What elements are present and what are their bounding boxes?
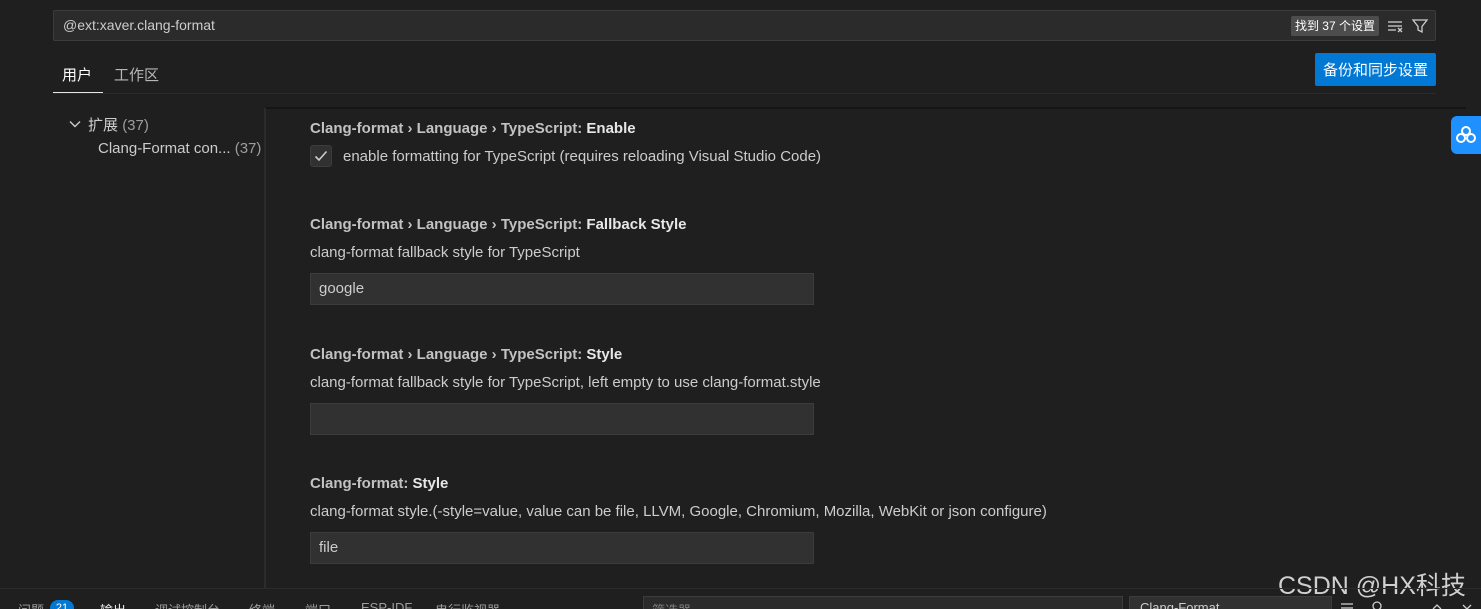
toc-item-count: (37) (234, 140, 262, 157)
setting-title: Clang-format › Language › TypeScript: Fa… (310, 216, 687, 233)
panel-tab-ports[interactable]: 端口 (305, 600, 331, 609)
toc-extensions-count: (37) (122, 117, 149, 134)
panel-tab-esp-idf[interactable]: ESP-IDF (361, 600, 412, 609)
fallback-style-input[interactable]: google (310, 273, 814, 305)
panel-tab-terminal[interactable]: 终端 (249, 600, 275, 609)
setting-typescript-fallback-style: Clang-format › Language › TypeScript: Fa… (310, 216, 814, 305)
toc-item-label: Clang-Format con... (98, 140, 231, 157)
checkbox-row: enable formatting for TypeScript (requir… (310, 145, 821, 167)
style-input[interactable]: file (310, 532, 814, 564)
enable-checkbox[interactable] (310, 145, 332, 167)
panel-divider (0, 588, 1481, 589)
setting-description: clang-format style.(-style=value, value … (310, 503, 1047, 520)
close-icon[interactable] (1460, 600, 1474, 609)
panel-tab-serial-monitor[interactable]: 串行监视器 (435, 600, 500, 609)
settings-editor: @ext:xaver.clang-format 找到 37 个设置 用户 工作区… (0, 0, 1481, 609)
lock-icon[interactable] (1370, 600, 1384, 609)
typescript-style-input[interactable] (310, 403, 814, 435)
cloud-links-icon (1456, 126, 1476, 143)
setting-typescript-enable: Clang-format › Language › TypeScript: En… (310, 120, 821, 167)
problems-badge: 21 (50, 600, 74, 609)
floating-assistant-button[interactable] (1451, 116, 1481, 154)
search-result-count: 找到 37 个设置 (1290, 16, 1379, 36)
toc-divider (264, 108, 266, 588)
panel-filter-input[interactable]: 筛选器 (643, 596, 1123, 609)
search-input[interactable]: @ext:xaver.clang-format (63, 17, 215, 33)
setting-title: Clang-format: Style (310, 475, 449, 492)
chevron-down-icon (68, 117, 82, 131)
list-icon[interactable] (1340, 600, 1354, 609)
setting-clang-format-style: Clang-format: Style clang-format style.(… (310, 475, 1047, 564)
setting-title: Clang-format › Language › TypeScript: St… (310, 346, 623, 363)
tab-workspace[interactable]: 工作区 (114, 64, 159, 85)
settings-search-box[interactable]: @ext:xaver.clang-format 找到 37 个设置 (53, 10, 1436, 41)
output-channel-select[interactable]: Clang-Format (1129, 596, 1332, 609)
clear-filter-icon[interactable] (1387, 17, 1405, 35)
setting-typescript-style: Clang-format › Language › TypeScript: St… (310, 346, 821, 435)
active-tab-indicator (53, 92, 103, 93)
panel-tab-debug-console[interactable]: 调试控制台 (155, 600, 220, 609)
check-icon (314, 150, 328, 162)
setting-description: clang-format fallback style for TypeScri… (310, 374, 821, 391)
tabs-divider (53, 93, 1436, 94)
filter-icon[interactable] (1411, 17, 1429, 35)
tab-user[interactable]: 用户 (62, 64, 92, 85)
toc-item-clang-format[interactable]: Clang-Format con... (37) (98, 140, 261, 157)
backup-sync-button[interactable]: 备份和同步设置 (1315, 53, 1436, 86)
panel-tab-output[interactable]: 输出 (100, 600, 126, 609)
panel-tab-problems[interactable]: 问题 (18, 600, 44, 609)
setting-title: Clang-format › Language › TypeScript: En… (310, 120, 636, 137)
checkbox-label: enable formatting for TypeScript (requir… (343, 147, 822, 165)
toc-extensions[interactable]: 扩展 (37) (68, 114, 149, 135)
chevron-up-icon[interactable] (1430, 600, 1444, 609)
settings-list-shadow (266, 107, 1466, 109)
setting-description: clang-format fallback style for TypeScri… (310, 244, 580, 261)
toc-extensions-label: 扩展 (88, 117, 119, 134)
